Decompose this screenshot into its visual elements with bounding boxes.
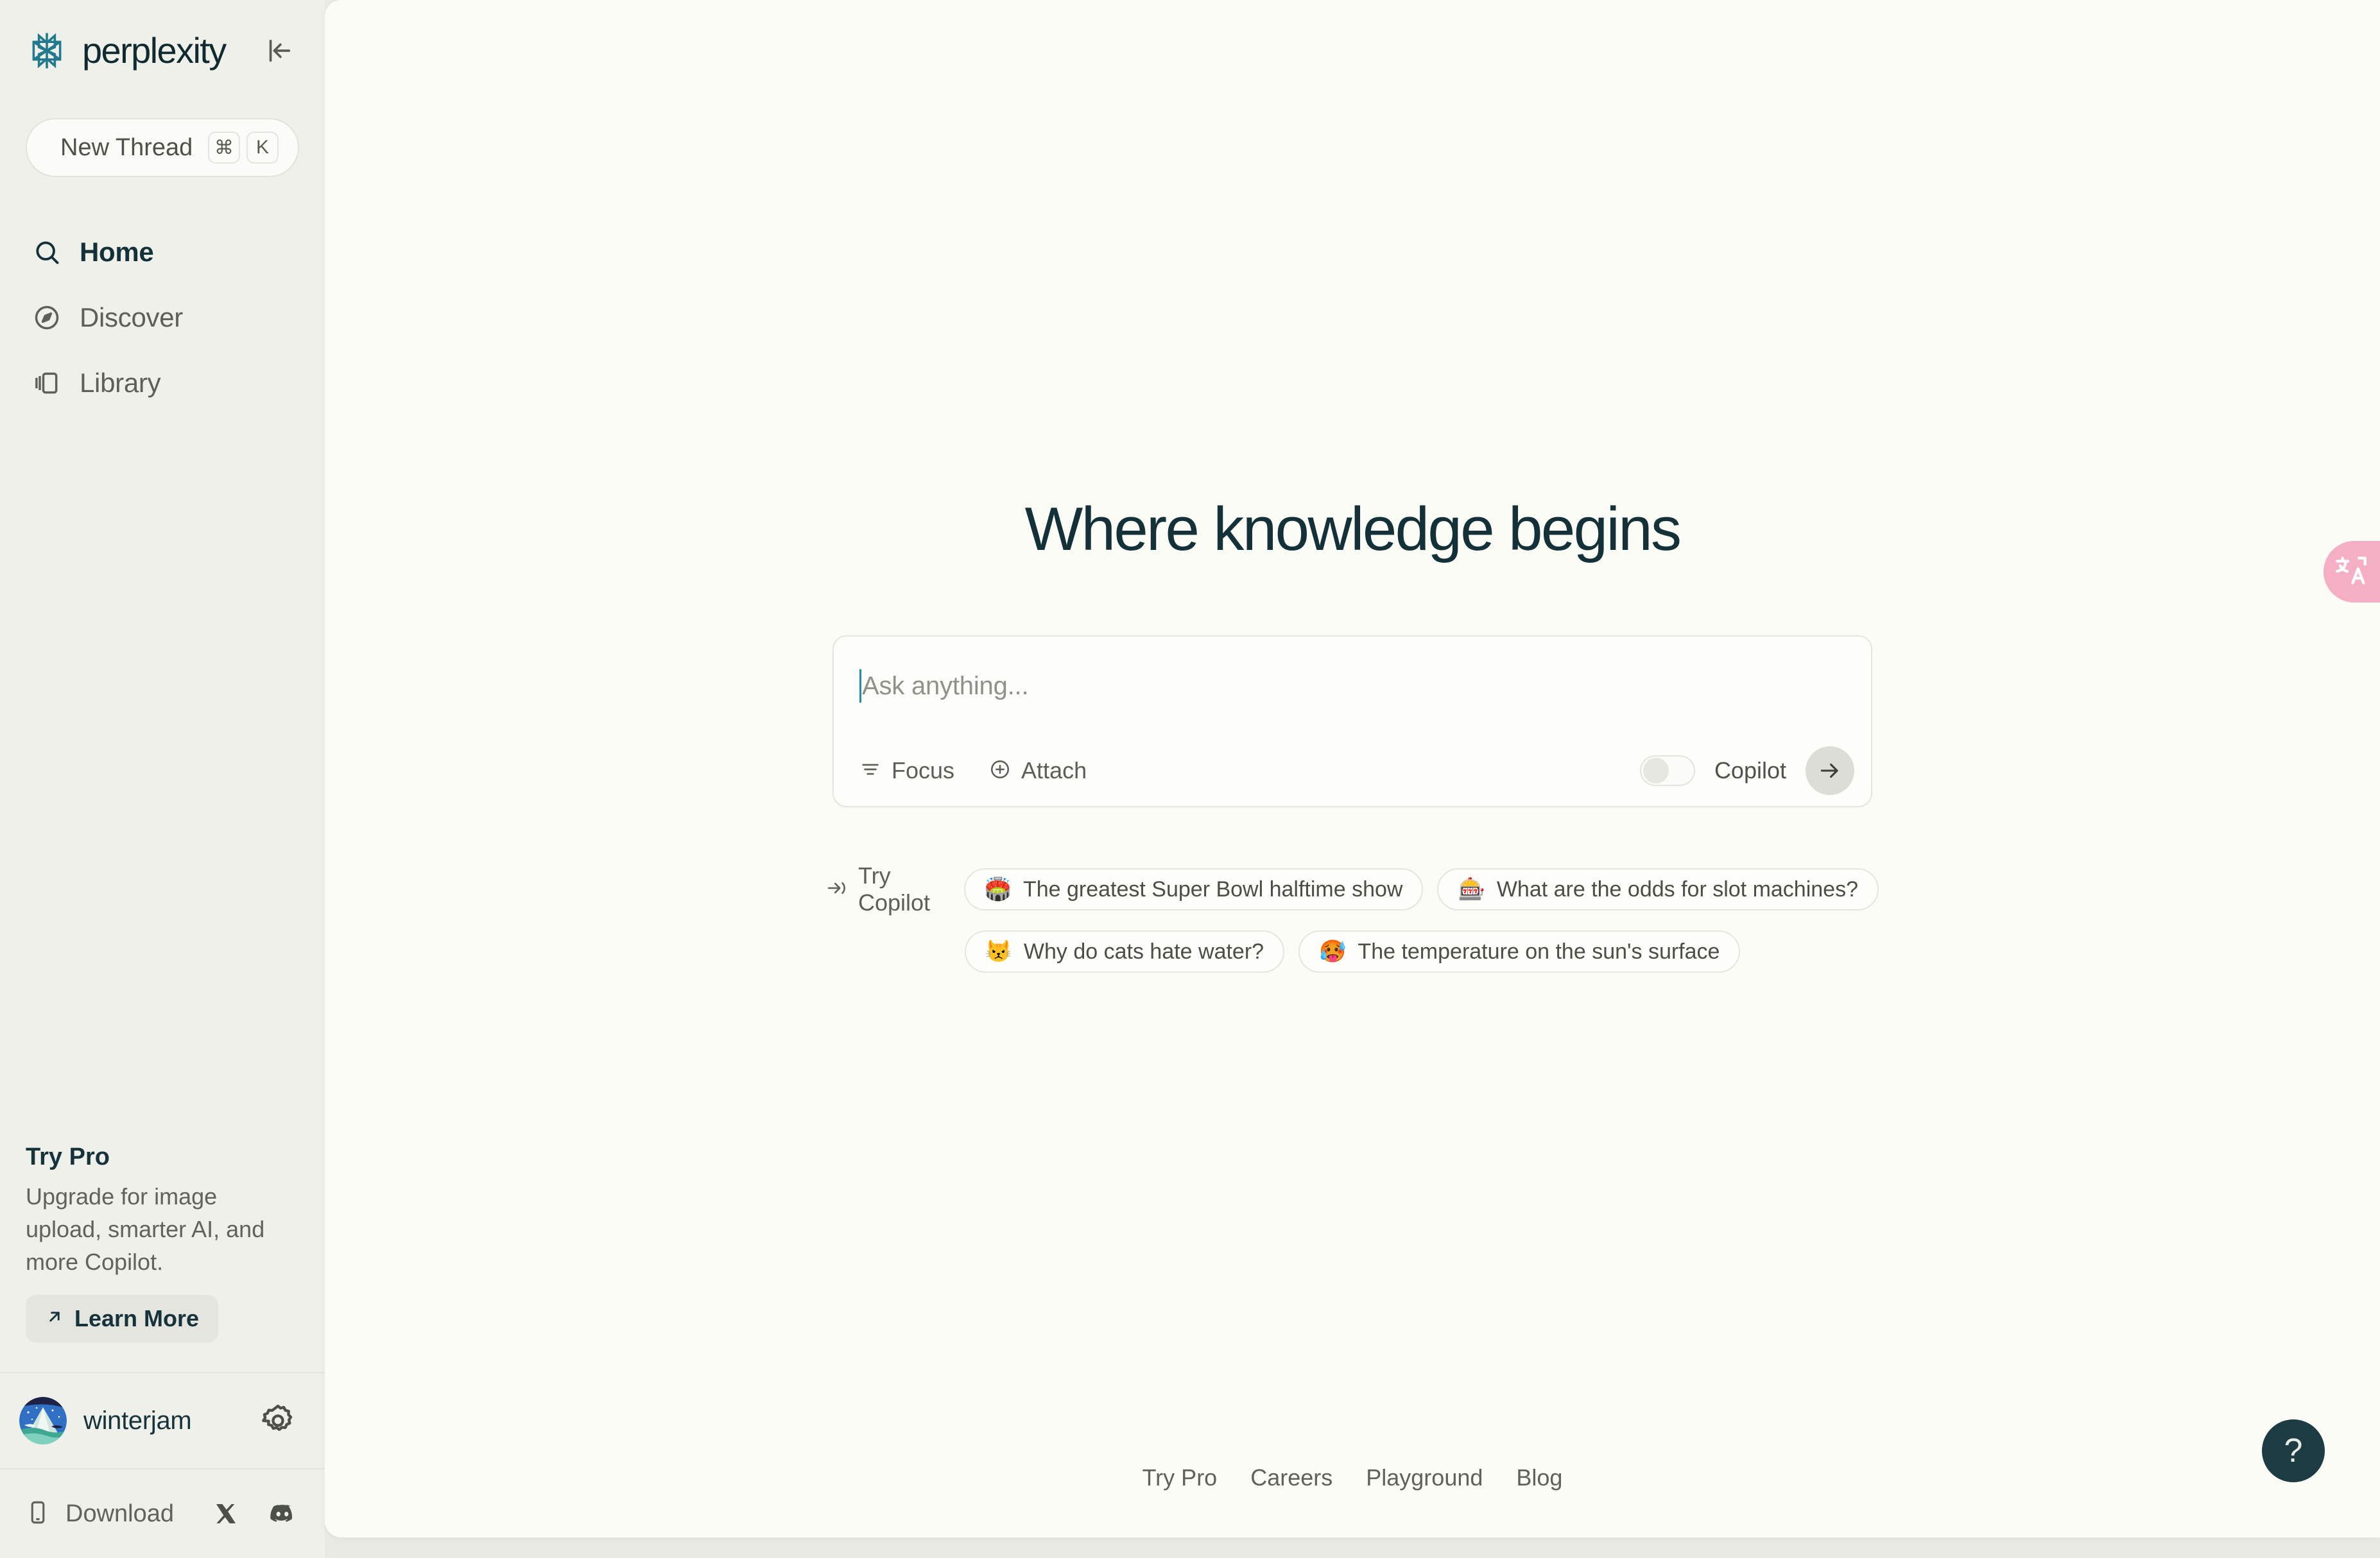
brand[interactable]: perplexity [26, 30, 226, 72]
x-icon[interactable] [213, 1501, 239, 1527]
focus-icon [859, 758, 881, 783]
arrow-up-right-icon [45, 1305, 64, 1332]
chip-label: The temperature on the sun's surface [1358, 939, 1720, 964]
sidebar-item-discover-label: Discover [80, 302, 183, 333]
main-wrap: Where knowledge begins Ask anything... [325, 0, 2380, 1558]
footer-link-playground[interactable]: Playground [1366, 1464, 1483, 1491]
app-root: perplexity New Thread ⌘ K [0, 0, 2380, 1558]
chip-label: What are the odds for slot machines? [1497, 877, 1858, 902]
attach-button[interactable]: Attach [989, 757, 1087, 784]
sidebar-top: perplexity New Thread ⌘ K [0, 0, 325, 416]
copilot-toggle-knob [1643, 758, 1669, 783]
chip-label: The greatest Super Bowl halftime show [1023, 877, 1403, 902]
hero-section: Where knowledge begins Ask anything... [325, 0, 2380, 973]
suggestion-chip[interactable]: 😾 Why do cats hate water? [965, 930, 1285, 973]
footer-link-blog[interactable]: Blog [1516, 1464, 1562, 1491]
user-profile-row[interactable]: winterjam [0, 1372, 325, 1468]
learn-more-button[interactable]: Learn More [26, 1295, 218, 1342]
user-name: winterjam [83, 1407, 259, 1435]
plus-circle-icon [989, 758, 1011, 783]
search-input[interactable]: Ask anything... [862, 672, 1028, 701]
ask-toolbar: Focus Attach [834, 735, 1871, 806]
copilot-label: Copilot [1714, 757, 1786, 784]
footer-link-careers[interactable]: Careers [1250, 1464, 1332, 1491]
ask-toolbar-right: Copilot [1640, 746, 1854, 795]
sidebar-spacer [0, 416, 325, 1143]
try-copilot-label: Try Copilot [858, 862, 944, 916]
kbd-cmd: ⌘ [208, 132, 240, 164]
chip-emoji: 😾 [985, 941, 1012, 963]
suggestion-chips: Try Copilot 🏟️ The greatest Super Bowl h… [826, 862, 1879, 973]
suggestion-chip[interactable]: 🎰 What are the odds for slot machines? [1437, 868, 1879, 911]
brand-row: perplexity [26, 26, 299, 76]
chip-row-1: Try Copilot 🏟️ The greatest Super Bowl h… [826, 862, 1879, 916]
promo-title: Try Pro [26, 1143, 299, 1171]
ask-box[interactable]: Ask anything... Focus [832, 635, 1872, 807]
chip-emoji: 🥵 [1319, 941, 1346, 963]
sidebar-item-discover[interactable]: Discover [26, 285, 299, 350]
footer-links: Try Pro Careers Playground Blog [325, 1464, 2380, 1491]
discord-icon[interactable] [268, 1500, 297, 1528]
compass-icon [31, 302, 63, 334]
social-links [213, 1500, 297, 1528]
sidebar-item-home-label: Home [80, 237, 154, 268]
suggestion-chip[interactable]: 🏟️ The greatest Super Bowl halftime show [964, 868, 1424, 911]
phone-icon [24, 1499, 51, 1529]
learn-more-label: Learn More [74, 1305, 199, 1332]
gear-icon[interactable] [259, 1402, 297, 1439]
translate-widget[interactable] [2324, 541, 2380, 603]
search-icon [31, 236, 63, 268]
copilot-arrow-icon [826, 877, 848, 902]
attach-label: Attach [1021, 757, 1087, 784]
focus-label: Focus [892, 757, 954, 784]
new-thread-label: New Thread [60, 134, 208, 162]
kbd-k: K [246, 132, 279, 164]
page-title: Where knowledge begins [1025, 494, 1680, 565]
shortcut-badges: ⌘ K [208, 132, 279, 164]
chip-emoji: 🏟️ [985, 878, 1012, 900]
brand-name: perplexity [82, 33, 226, 69]
sidebar-item-home[interactable]: Home [26, 219, 299, 285]
library-icon [31, 367, 63, 399]
sidebar-footer: Download [0, 1468, 325, 1558]
copilot-toggle[interactable] [1640, 755, 1695, 786]
collapse-sidebar-icon[interactable] [259, 31, 299, 71]
sidebar-nav: Home Discover [26, 219, 299, 416]
avatar [19, 1397, 67, 1444]
try-copilot-hint[interactable]: Try Copilot [826, 862, 944, 916]
download-label: Download [65, 1500, 174, 1528]
text-caret [859, 669, 861, 703]
suggestion-chip[interactable]: 🥵 The temperature on the sun's surface [1298, 930, 1740, 973]
promo-description: Upgrade for image upload, smarter AI, an… [26, 1180, 295, 1278]
sidebar-item-library[interactable]: Library [26, 350, 299, 416]
focus-button[interactable]: Focus [859, 757, 954, 784]
download-link[interactable]: Download [24, 1499, 213, 1529]
submit-button[interactable] [1806, 746, 1854, 795]
chip-label: Why do cats hate water? [1024, 939, 1264, 964]
chip-emoji: 🎰 [1458, 878, 1485, 900]
sidebar-item-library-label: Library [80, 368, 160, 398]
chip-row-2: 😾 Why do cats hate water? 🥵 The temperat… [965, 930, 1741, 973]
new-thread-button[interactable]: New Thread ⌘ K [26, 118, 299, 177]
translate-icon [2333, 552, 2370, 592]
ask-input-row[interactable]: Ask anything... [834, 637, 1871, 735]
help-button[interactable]: ? [2262, 1419, 2325, 1482]
footer-link-try-pro[interactable]: Try Pro [1143, 1464, 1218, 1491]
sidebar: perplexity New Thread ⌘ K [0, 0, 325, 1558]
try-pro-promo: Try Pro Upgrade for image upload, smarte… [0, 1143, 325, 1342]
perplexity-logo-icon [26, 30, 68, 72]
main-panel: Where knowledge begins Ask anything... [325, 0, 2380, 1537]
